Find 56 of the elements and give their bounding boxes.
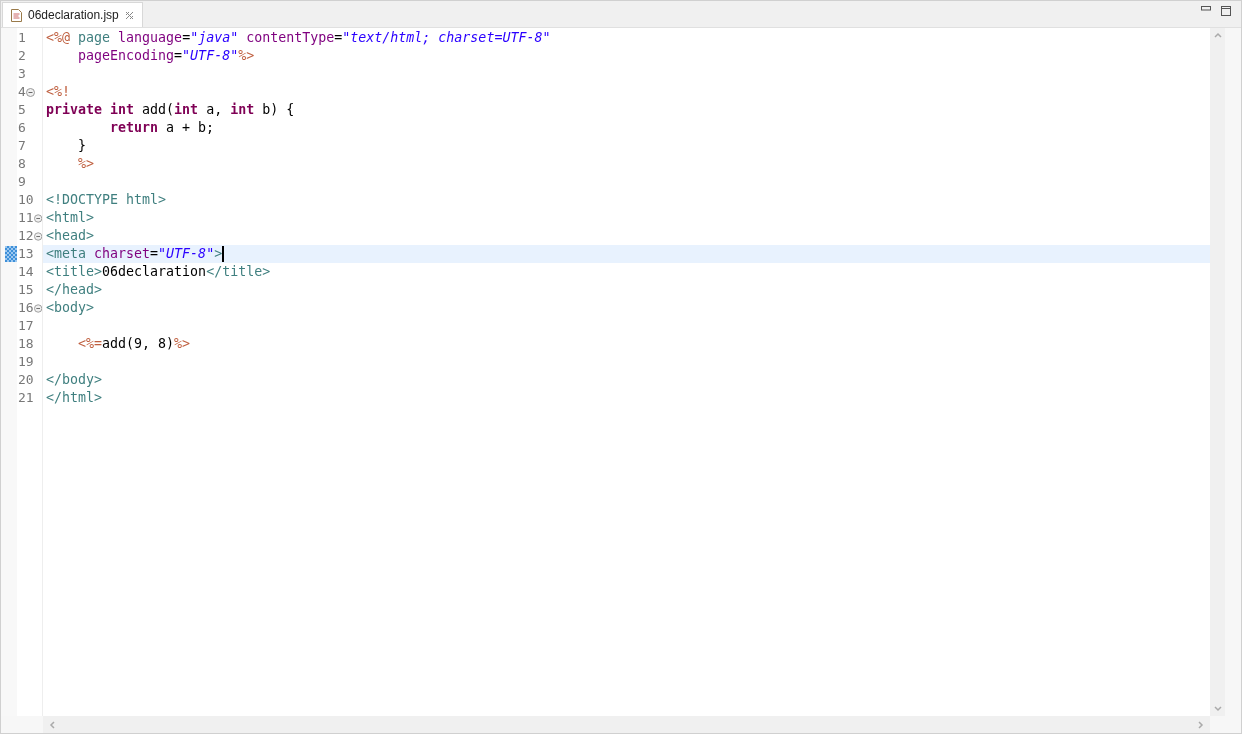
collapse-icon[interactable]	[33, 213, 42, 223]
scroll-down-icon[interactable]	[1213, 706, 1222, 712]
scroll-up-icon[interactable]	[1213, 32, 1222, 38]
line-number: 16	[17, 299, 34, 317]
line-number: 14	[17, 263, 34, 281]
text-cursor	[222, 246, 225, 262]
code-line: <title>06declaration</title>	[45, 263, 271, 281]
code-line: <%!	[45, 83, 71, 101]
line-number: 19	[17, 353, 34, 371]
code-line: <meta charset="UTF-8">	[45, 245, 225, 263]
line-number: 18	[17, 335, 34, 353]
line-number: 4	[17, 83, 26, 101]
collapse-icon[interactable]	[33, 231, 42, 241]
line-number: 15	[17, 281, 34, 299]
line-number: 12	[17, 227, 34, 245]
tab-title: 06declaration.jsp	[28, 8, 119, 22]
change-marker	[5, 246, 17, 262]
line-number: 20	[17, 371, 34, 389]
line-number: 1	[17, 29, 26, 47]
code-line: %>	[77, 155, 95, 173]
code-line: }	[77, 137, 87, 155]
horizontal-scrollbar[interactable]	[43, 716, 1210, 733]
code-line: <html>	[45, 209, 95, 227]
line-number: 9	[17, 173, 26, 191]
line-number: 10	[17, 191, 34, 209]
code-line: return a + b;	[109, 119, 215, 137]
vertical-scrollbar[interactable]	[1210, 28, 1225, 716]
line-number: 2	[17, 47, 26, 65]
code-line: pageEncoding="UTF-8"%>	[77, 47, 255, 65]
line-number: 17	[17, 317, 34, 335]
code-line: </body>	[45, 371, 103, 389]
code-line: <%@ page language="java" contentType="text/html; charset=UTF-8"	[45, 29, 551, 47]
code-line: </head>	[45, 281, 103, 299]
maximize-icon[interactable]	[1221, 6, 1231, 16]
line-number: 5	[17, 101, 26, 119]
line-number: 11	[17, 209, 34, 227]
line-number: 7	[17, 137, 26, 155]
collapse-icon[interactable]	[25, 87, 35, 97]
line-number: 13	[17, 245, 34, 263]
editor-tab[interactable]: 06declaration.jsp	[2, 2, 143, 27]
code-line: private int add(int a, int b) {	[45, 101, 295, 119]
code-line: <body>	[45, 299, 95, 317]
code-line: </html>	[45, 389, 103, 407]
collapse-icon[interactable]	[33, 303, 42, 313]
line-number: 21	[17, 389, 34, 407]
file-icon	[11, 8, 22, 22]
line-number: 8	[17, 155, 26, 173]
close-icon[interactable]	[124, 10, 134, 20]
code-line: <head>	[45, 227, 95, 245]
scroll-right-icon[interactable]	[1198, 720, 1204, 729]
minimize-icon[interactable]	[1201, 6, 1211, 11]
code-line: <%=add(9, 8)%>	[77, 335, 191, 353]
scroll-left-icon[interactable]	[49, 720, 55, 729]
line-number: 3	[17, 65, 26, 83]
code-line: <!DOCTYPE html>	[45, 191, 167, 209]
line-number: 6	[17, 119, 26, 137]
